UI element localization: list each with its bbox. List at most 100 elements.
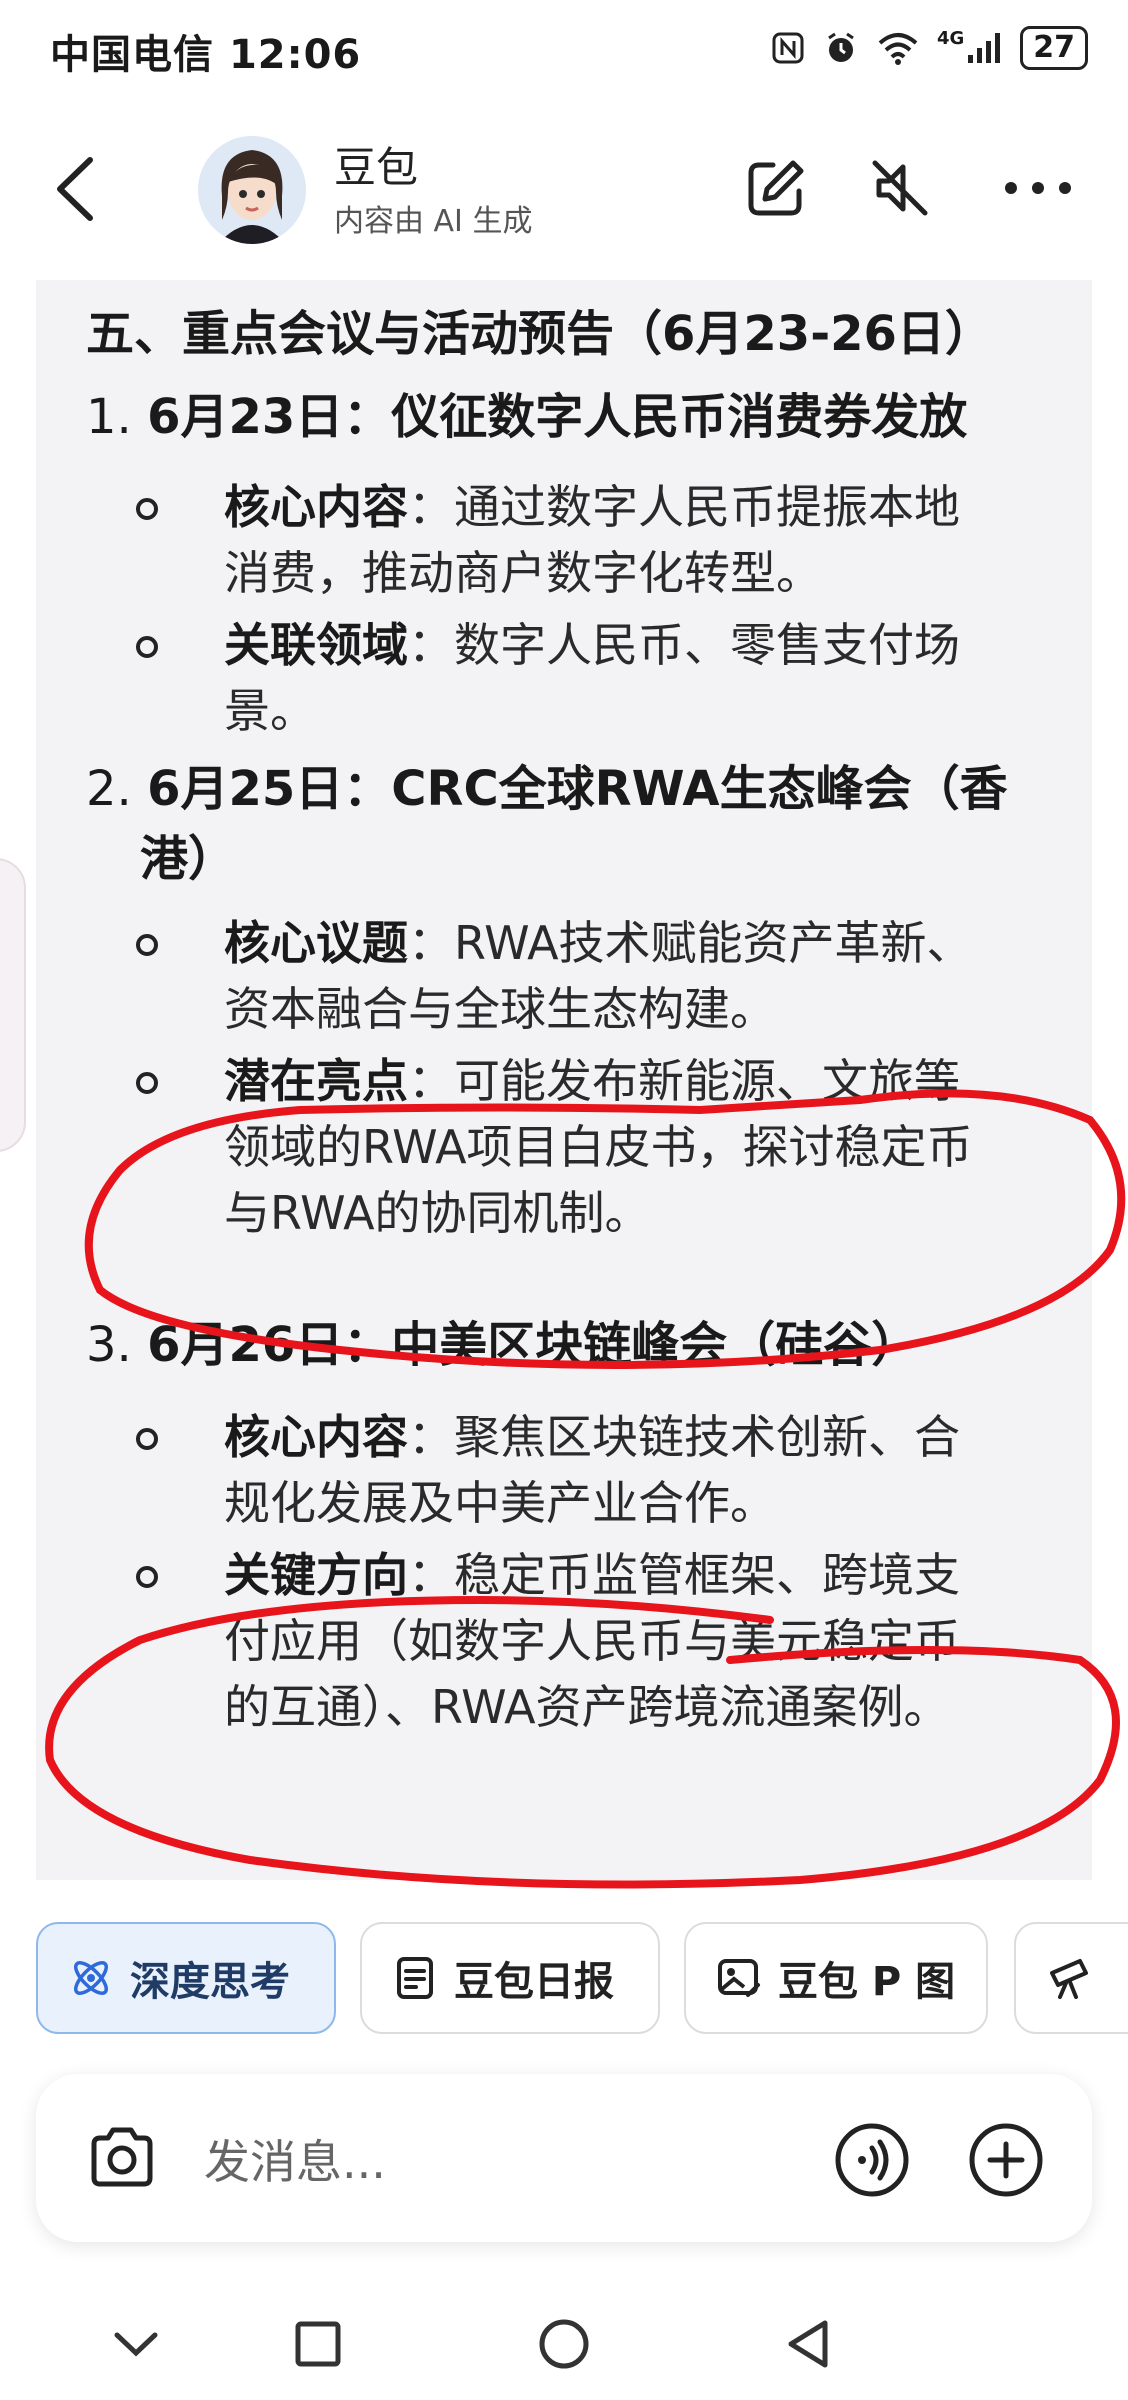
avatar-image [198,136,306,244]
document-icon [392,1955,438,2001]
chat-header: 豆包 内容由 AI 生成 [0,118,1128,258]
ai-disclaimer: 内容由 AI 生成 [334,204,533,239]
bullet-dot [136,498,158,520]
bullet-dot [136,934,158,956]
nfc-icon [771,31,805,65]
list-item: 3. 6月26日：中美区块链峰会（硅谷） [86,1310,919,1380]
network-type: 4G [936,27,965,49]
chip-label: 豆包 P 图 [778,1959,956,2005]
bullet-line: 的互通）、RWA资产跨境流通案例。 [224,1680,950,1734]
more-button[interactable] [1002,152,1074,224]
bullet-label: 核心内容 [224,480,408,534]
message-input-bar: 发消息... [36,2074,1092,2242]
plus-icon [969,2123,1043,2197]
bullet-label: 关联领域 [224,618,408,672]
bullet-label: 核心议题 [224,916,408,970]
item-title: 6月23日：仪征数字人民币消费券发放 [147,389,968,445]
square-icon [295,2321,341,2367]
section-title: 五、重点会议与活动预告（6月23-26日） [86,306,993,362]
back-arrow-icon [57,157,93,221]
bullet-line: 领域的RWA项目白皮书，探讨稳定币 [224,1120,973,1174]
voice-call-button[interactable] [834,2122,910,2198]
bullet-dot [136,1072,158,1094]
list-item: 1. 6月23日：仪征数字人民币消费券发放 [86,382,967,452]
mute-button[interactable] [864,152,936,224]
bullet-item: 潜在亮点：可能发布新能源、文旅等 领域的RWA项目白皮书，探讨稳定币 与RWA的协同… [136,1048,1036,1246]
add-button[interactable] [968,2122,1044,2198]
bullet-label: 核心内容 [224,1410,408,1464]
bullet-item: 核心议题：RWA技术赋能资产革新、资本融合与全球生态构建。 [136,910,1036,1042]
chip-daily-report[interactable]: 豆包日报 [360,1922,660,2034]
item-title: 6月25日：CRC全球RWA生态峰会（香 [147,761,1008,817]
bullet-dot [136,1566,158,1588]
bullet-line: 消费，推动商户数字化转型。 [224,546,822,600]
more-icon [1005,182,1071,194]
bullet-line: 资本融合与全球生态构建。 [224,982,776,1036]
mute-icon [872,160,928,216]
avatar[interactable] [198,136,306,244]
bullet-line: 付应用（如数字人民币与美元稳定币 [224,1614,960,1668]
carrier-label: 中国电信 [50,32,214,78]
bullet-line: 稳定币监管框架、跨境支 [454,1548,960,1602]
bullet-separator: ： [408,480,454,534]
side-drawer-handle[interactable] [0,858,26,1152]
back-button[interactable] [48,154,108,224]
item-number: 2. [86,761,132,817]
quick-action-chips: 深度思考 豆包日报 豆包 P 图 [36,1922,1128,2040]
bullet-text: 关键方向：稳定币监管框架、跨境支付应用（如数字人民币与美元稳定币 的互通）、RWA… [224,1542,1036,1740]
bullet-text: 核心内容：通过数字人民币提振本地消费，推动商户数字化转型。 [224,474,1036,606]
bullet-line: 规化发展及中美产业合作。 [224,1476,776,1530]
list-item: 2. 6月25日：CRC全球RWA生态峰会（香 港） [86,754,1046,894]
bullet-separator: ： [408,1548,454,1602]
bullet-text: 核心议题：RWA技术赋能资产革新、资本融合与全球生态构建。 [224,910,1036,1042]
camera-icon [91,2127,153,2187]
item-title-cont: 港） [140,831,237,887]
camera-button[interactable] [84,2120,160,2196]
image-edit-icon [716,1955,762,2001]
telescope-icon [1046,1955,1092,2001]
bullet-dot [136,636,158,658]
atom-icon [68,1955,114,2001]
bullet-separator: ： [408,916,454,970]
bullet-line: 通过数字人民币提振本地 [454,480,960,534]
chip-label: 深度思考 [130,1959,290,2005]
bullet-item: 关键方向：稳定币监管框架、跨境支付应用（如数字人民币与美元稳定币 的互通）、RWA… [136,1542,1036,1740]
bullet-line: 景。 [224,684,316,738]
bullet-item: 关联领域：数字人民币、零售支付场景。 [136,612,1036,744]
bullet-label: 潜在亮点 [224,1054,408,1108]
system-nav-bar [0,2290,1128,2400]
message-input[interactable]: 发消息... [204,2126,386,2192]
battery-indicator: 27 [1020,26,1088,70]
bullet-line: 数字人民币、零售支付场 [454,618,960,672]
bullet-text: 关联领域：数字人民币、零售支付场景。 [224,612,1036,744]
chip-label: 豆包日报 [454,1959,614,2005]
bullet-line: 聚焦区块链技术创新、合 [454,1410,960,1464]
message-content: 五、重点会议与活动预告（6月23-26日） 1. 6月23日：仪征数字人民币消费… [36,280,1092,1880]
nav-recents-button[interactable] [286,2312,350,2376]
chip-image-edit[interactable]: 豆包 P 图 [684,1922,988,2034]
bullet-label: 关键方向 [224,1548,408,1602]
nav-down-button[interactable] [104,2312,168,2376]
item-title: 6月26日：中美区块链峰会（硅谷） [147,1317,920,1373]
bullet-separator: ： [408,1410,454,1464]
chevron-down-icon [114,2332,158,2357]
circle-icon [539,2319,589,2369]
bullet-line: RWA技术赋能资产革新、 [454,916,973,970]
voice-icon [835,2123,909,2197]
signal-icon: 4G [936,27,1002,65]
bullet-text: 核心内容：聚焦区块链技术创新、合规化发展及中美产业合作。 [224,1404,1036,1536]
status-left: 中国电信 12:06 [50,22,361,80]
chip-deep-think[interactable]: 深度思考 [36,1922,336,2034]
status-bar: 中国电信 12:06 4G 27 [0,0,1128,100]
chip-explore[interactable] [1014,1922,1128,2034]
bullet-separator: ： [408,618,454,672]
edit-button[interactable] [740,152,812,224]
edit-icon [748,160,804,216]
bullet-separator: ： [408,1054,454,1108]
status-right: 4G 27 [771,26,1088,70]
bullet-item: 核心内容：聚焦区块链技术创新、合规化发展及中美产业合作。 [136,1404,1036,1536]
nav-back-button[interactable] [776,2312,840,2376]
bullet-dot [136,1428,158,1450]
nav-home-button[interactable] [532,2312,596,2376]
bullet-item: 核心内容：通过数字人民币提振本地消费，推动商户数字化转型。 [136,474,1036,606]
